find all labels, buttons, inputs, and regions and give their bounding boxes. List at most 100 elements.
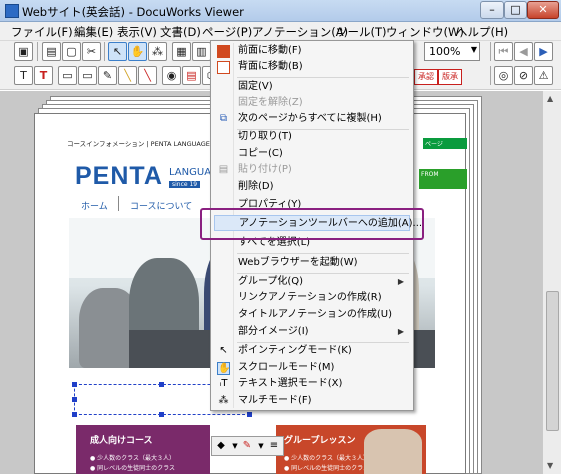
scrollbar-thumb[interactable] (546, 291, 559, 431)
banner-photo (364, 429, 422, 474)
group-lesson-line: ● 同レベルの生徒同士のクラス (284, 465, 370, 472)
fill-color-icon[interactable]: ◆ (214, 439, 228, 453)
first-page-icon[interactable]: ⏮ (494, 42, 513, 61)
resize-handle[interactable] (72, 382, 77, 387)
submenu-arrow-icon: ▶ (397, 327, 404, 336)
menu-pointing-mode[interactable]: ↖ ポインティングモード(K) (214, 343, 410, 359)
menu-tools[interactable]: ツール(T) (333, 24, 390, 40)
menu-edit[interactable]: 編集(E) (71, 24, 116, 40)
thumbnail-icon[interactable]: ▦ (172, 42, 191, 61)
penta-logo: PENTA (75, 162, 163, 190)
close-button[interactable]: ✕ (527, 1, 559, 19)
prev-page-icon[interactable]: ◀ (514, 42, 533, 61)
menu-bring-front[interactable]: 前面に移動(F) (214, 43, 410, 59)
red-text-annotation-icon[interactable]: T (34, 66, 53, 85)
send-back-icon (217, 61, 230, 74)
minimize-button[interactable]: – (480, 1, 504, 19)
document-icon[interactable]: ▥ (192, 42, 211, 61)
menu-group[interactable]: グループ化(Q) ▶ (214, 274, 410, 290)
chevron-down-icon[interactable]: ▼ (254, 439, 268, 453)
menu-text-select-mode[interactable]: ᵢT テキスト選択モード(X) (214, 376, 410, 392)
line-width-icon[interactable]: ≡ (267, 439, 281, 453)
toolbar-divider (37, 42, 38, 61)
adult-course-banner: 成人向けコース ● 少人数のクラス（最大３人） ● 同レベルの生徒同士のクラス (76, 425, 210, 474)
scroll-up-icon[interactable]: ▲ (547, 94, 553, 103)
menu-bar: ファイル(F) 編集(E) 表示(V) 文書(D) ページ(P) アノテーション… (0, 22, 561, 41)
warning-icon[interactable]: ⚠ (534, 66, 553, 85)
resize-handle[interactable] (72, 412, 77, 417)
resize-handle[interactable] (159, 412, 164, 417)
menu-duplicate-all[interactable]: ⧉ 次のページからすべてに複製(H) (214, 111, 410, 127)
pointer-icon: ↖ (219, 345, 228, 356)
prohibit-icon[interactable]: ⊘ (514, 66, 533, 85)
vertical-scrollbar[interactable]: ▲ ▼ (542, 91, 561, 474)
next-page-icon[interactable]: ▶ (534, 42, 553, 61)
cut-icon[interactable]: ✂ (82, 42, 101, 61)
hand-icon: ✋ (217, 362, 231, 375)
page-icon[interactable]: ▢ (62, 42, 81, 61)
from-tag: FROM (419, 169, 467, 189)
line-icon[interactable]: ╲ (118, 66, 137, 85)
menu-page[interactable]: ページ(P) (199, 24, 255, 40)
menu-delete[interactable]: 削除(D) (214, 179, 410, 195)
maximize-button[interactable]: □ (504, 1, 527, 19)
nav-home-link[interactable]: ホーム (81, 199, 108, 212)
resize-handle[interactable] (247, 412, 252, 417)
stamp-icon[interactable]: 版承 (438, 69, 462, 85)
menu-copy[interactable]: コピー(C) (214, 146, 410, 162)
rectangle-icon[interactable]: ▭ (78, 66, 97, 85)
annotation-mini-toolbar: ◆ ▼ ✎ ▼ ≡ (211, 436, 284, 456)
sticky-note-icon[interactable]: ▤ (182, 66, 201, 85)
nav-course-link[interactable]: コースについて (130, 199, 192, 212)
save-icon[interactable]: ▣ (14, 42, 33, 61)
menu-create-title-annotation[interactable]: タイトルアノテーションの作成(U) (214, 307, 410, 323)
chevron-down-icon: ▼ (470, 45, 477, 54)
scroll-down-icon[interactable]: ▼ (547, 461, 553, 470)
zoom-select[interactable]: 100% ▼ (424, 42, 480, 61)
menu-separator (237, 77, 409, 78)
menu-help[interactable]: ヘルプ(H) (453, 24, 511, 40)
circle-icon[interactable]: ◎ (494, 66, 513, 85)
menu-view[interactable]: 表示(V) (114, 24, 160, 40)
approved-stamp-icon[interactable]: 承認 (414, 69, 438, 85)
menu-unlock: 固定を解除(Z) (238, 97, 303, 108)
resize-handle[interactable] (72, 397, 77, 402)
menu-partial-image[interactable]: 部分イメージ(I) ▶ (214, 324, 410, 340)
menu-create-link-annotation[interactable]: リンクアノテーションの作成(R) (214, 290, 410, 306)
toolbar-divider (104, 42, 105, 61)
adult-course-line: ● 同レベルの生徒同士のクラス (90, 465, 176, 472)
title-bar: Webサイト(英会話) - DocuWorks Viewer – □ ✕ (0, 0, 561, 22)
pointer-tool-icon[interactable]: ↖ (108, 42, 127, 61)
rectangle-icon[interactable]: ▭ (58, 66, 77, 85)
menu-launch-browser[interactable]: Webブラウザーを起動(W) (214, 255, 410, 271)
multi-tool-icon[interactable]: ⁂ (148, 42, 167, 61)
adult-course-title: 成人向けコース (90, 436, 153, 446)
line-icon[interactable]: ╲ (138, 66, 157, 85)
menu-scroll-mode[interactable]: ✋ スクロールモード(M) (214, 360, 410, 376)
group-lesson-banner: グループレッスン ● 少人数のクラス（最大３人） ● 同レベルの生徒同士のクラス (276, 425, 426, 474)
hand-tool-icon[interactable]: ✋ (128, 42, 147, 61)
menu-paste: ▤ 貼り付け(P) (218, 164, 292, 175)
pen-color-icon[interactable]: ✎ (240, 439, 254, 453)
menu-lock[interactable]: 固定(V) (214, 79, 410, 95)
resize-handle[interactable] (159, 382, 164, 387)
text-annotation-icon[interactable]: T (14, 66, 33, 85)
app-icon (5, 4, 19, 18)
submenu-arrow-icon: ▶ (397, 277, 404, 286)
menu-document[interactable]: 文書(D) (157, 24, 204, 40)
menu-cut[interactable]: 切り取り(T) (214, 129, 410, 145)
marker-icon[interactable]: ✎ (98, 66, 117, 85)
page-tag: ページ (423, 138, 467, 149)
adult-course-line: ● 少人数のクラス（最大３人） (90, 455, 176, 462)
text-select-icon: ᵢT (219, 378, 228, 389)
menu-send-back[interactable]: 背面に移動(B) (214, 59, 410, 75)
nav-divider (118, 196, 119, 211)
toolbar-divider (490, 66, 491, 85)
paste-icon: ▤ (218, 164, 229, 175)
menu-file[interactable]: ファイル(F) (8, 24, 76, 40)
window-title: Webサイト(英会話) - DocuWorks Viewer (22, 5, 244, 19)
stamp-icon[interactable]: ◉ (162, 66, 181, 85)
toolbar-divider (490, 42, 491, 61)
print-icon[interactable]: ▤ (42, 42, 61, 61)
menu-multi-mode[interactable]: ⁂ マルチモード(F) (214, 393, 410, 409)
